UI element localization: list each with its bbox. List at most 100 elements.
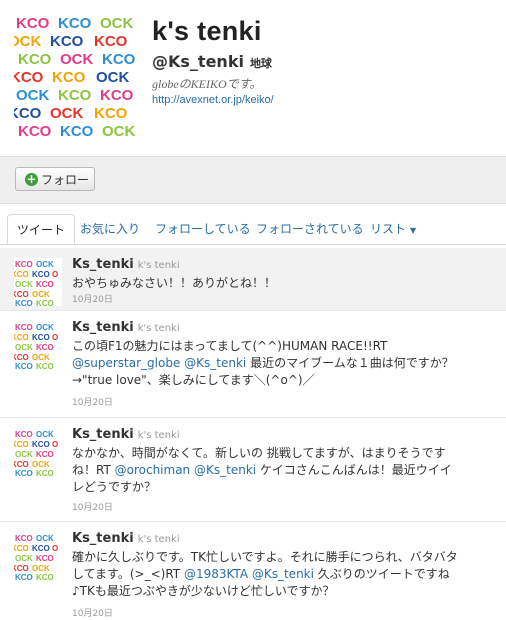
tweet-item[interactable]: KCOOCK KCOKCOO OCKKCO KCOOCK KCOKCO Ks_t…: [0, 418, 506, 522]
svg-text:OCK: OCK: [36, 534, 54, 543]
action-bar: + フォロー: [0, 156, 506, 204]
profile-avatar[interactable]: KCO KCO OCK OCK KCO KCO KCO OCK KCO KCO …: [14, 12, 142, 140]
svg-text:KCO: KCO: [14, 460, 29, 469]
tab-favorites[interactable]: お気に入り: [80, 214, 140, 244]
tab-followers[interactable]: フォローされている: [256, 214, 364, 244]
mention-link[interactable]: @Ks_tenki: [252, 567, 314, 581]
svg-text:KCO: KCO: [60, 123, 94, 140]
svg-text:KCO: KCO: [102, 51, 136, 68]
mention-link[interactable]: @Ks_tenki: [184, 356, 246, 370]
svg-text:KCO: KCO: [36, 450, 54, 459]
svg-text:KCO: KCO: [15, 362, 33, 369]
svg-text:KCO: KCO: [15, 469, 33, 476]
mention-link[interactable]: @1983KTA: [184, 567, 248, 581]
svg-text:KCO: KCO: [36, 573, 54, 580]
tweet-screen-name[interactable]: Ks_tenki: [72, 531, 134, 546]
svg-text:KCO: KCO: [36, 469, 54, 476]
svg-text:OCK: OCK: [102, 123, 136, 140]
tweet-header: Ks_tenki k's tenki: [72, 531, 180, 546]
svg-text:KCO: KCO: [18, 123, 52, 140]
svg-text:OCK: OCK: [100, 15, 134, 32]
tweet-text-part: この頃F1の魅力にはまってまして(^^)HUMAN RACE!!RT: [72, 339, 388, 353]
tab-lists[interactable]: リスト ▼: [370, 214, 416, 244]
tweet-screen-name[interactable]: Ks_tenki: [72, 427, 134, 442]
svg-text:KCO: KCO: [15, 260, 33, 269]
tweet-text: なかなか、時間がなくて。新しいの 挑戦してますが、はまりそうです ね！RT @o…: [72, 445, 496, 496]
follow-button[interactable]: + フォロー: [15, 167, 95, 191]
tweet-header: Ks_tenki k's tenki: [72, 320, 180, 335]
tweet-text-part: 最近のマイブームな１曲は何ですか？: [250, 356, 454, 370]
tweet-avatar[interactable]: KCOOCK KCOKCOO OCKKCO KCOOCK KCOKCO: [14, 532, 62, 580]
svg-text:KCO: KCO: [36, 280, 54, 289]
svg-text:KCO: KCO: [14, 270, 29, 279]
tweet-text-part: なかなか、時間がなくて。新しいの 挑戦してますが、はまりそうです: [72, 446, 446, 460]
tweet-item[interactable]: KCOOCK KCOKCOO OCKKCO KCOOCK KCOKCO Ks_t…: [0, 248, 506, 311]
svg-text:KCO: KCO: [32, 270, 50, 279]
tab-favorites-label: お気に入り: [80, 222, 141, 236]
tweet-avatar[interactable]: KCOOCK KCOKCOO OCKKCO KCOOCK KCOKCO: [14, 258, 62, 306]
svg-text:OCK: OCK: [15, 554, 33, 563]
svg-text:OCK: OCK: [15, 280, 33, 289]
tweet-timestamp[interactable]: 10月20日: [72, 606, 113, 619]
tab-following-label: フォローしている: [155, 222, 251, 236]
profile-handle: @Ks_tenki: [152, 52, 244, 71]
svg-text:KCO: KCO: [32, 333, 50, 342]
tweet-text: おやちゅみなさい！！ありがとね！！: [72, 276, 277, 290]
profile-tabs: ツイート お気に入り フォローしている フォローされている リスト ▼: [0, 214, 506, 245]
svg-text:KCO: KCO: [94, 105, 128, 122]
tweet-text: この頃F1の魅力にはまってまして(^^)HUMAN RACE!!RT @supe…: [72, 338, 496, 389]
tweet-avatar[interactable]: KCOOCK KCOKCOO OCKKCO KCOOCK KCOKCO: [14, 428, 62, 476]
svg-text:OCK: OCK: [32, 564, 50, 573]
tweet-full-name: k's tenki: [137, 323, 180, 334]
tweet-header: Ks_tenki k's tenki: [72, 257, 180, 272]
tab-tweets[interactable]: ツイート: [7, 214, 76, 244]
tweet-screen-name[interactable]: Ks_tenki: [72, 320, 134, 335]
tweet-text: 確かに久しぶりです。TK忙しいですよ。それに勝手につられ、バタバタ してます。(…: [72, 549, 496, 600]
svg-text:KCO: KCO: [36, 343, 54, 352]
chevron-down-icon: ▼: [410, 226, 417, 235]
svg-text:OCK: OCK: [36, 260, 54, 269]
tweet-full-name: k's tenki: [137, 534, 180, 545]
tweet-screen-name[interactable]: Ks_tenki: [72, 257, 134, 272]
svg-text:KCO: KCO: [14, 69, 44, 86]
svg-text:OCK: OCK: [96, 69, 130, 86]
svg-text:KCO: KCO: [32, 440, 50, 449]
tweet-item[interactable]: KCOOCK KCOKCOO OCKKCO KCOOCK KCOKCO Ks_t…: [0, 311, 506, 418]
svg-text:OCK: OCK: [16, 87, 50, 104]
profile-url-link[interactable]: http://avexnet.or.jp/keiko/: [152, 94, 274, 106]
svg-text:KCO: KCO: [14, 333, 29, 342]
mention-link[interactable]: @superstar_globe: [72, 356, 180, 370]
mention-link[interactable]: @Ks_tenki: [194, 463, 256, 477]
mention-link[interactable]: @orochiman: [115, 463, 191, 477]
svg-text:KCO: KCO: [50, 33, 84, 50]
tab-following[interactable]: フォローしている: [155, 214, 251, 244]
svg-text:OCK: OCK: [32, 353, 50, 362]
tweet-text-part: ね！RT: [72, 463, 111, 477]
svg-text:O: O: [52, 544, 58, 553]
svg-text:KCO: KCO: [14, 353, 29, 362]
tweet-header: Ks_tenki k's tenki: [72, 427, 180, 442]
tweet-timestamp[interactable]: 10月20日: [72, 395, 113, 408]
tweet-text-part: レどうですか？: [72, 480, 157, 494]
tweet-text-part: 久ぶりのツイートですね: [317, 567, 450, 581]
svg-text:OCK: OCK: [60, 51, 94, 68]
tweet-timestamp[interactable]: 10月20日: [72, 500, 113, 513]
tweet-text-part: ♪TKも最近つぶやきが少ないけど忙しいですか？: [72, 584, 335, 598]
svg-text:KCO: KCO: [36, 299, 54, 306]
tab-lists-label: リスト: [370, 222, 407, 236]
profile-header: KCO KCO OCK OCK KCO KCO KCO OCK KCO KCO …: [0, 0, 506, 150]
tweet-item[interactable]: KCOOCK KCOKCOO OCKKCO KCOOCK KCOKCO Ks_t…: [0, 522, 506, 620]
tweet-text-part: してます。(>_<)RT: [72, 567, 181, 581]
svg-text:OCK: OCK: [15, 450, 33, 459]
svg-text:KCO: KCO: [15, 323, 33, 332]
svg-text:O: O: [52, 333, 58, 342]
svg-text:KCO: KCO: [52, 69, 86, 86]
tweet-avatar[interactable]: KCOOCK KCOKCOO OCKKCO KCOOCK KCOKCO: [14, 321, 62, 369]
svg-text:OCK: OCK: [32, 290, 50, 299]
svg-text:OCK: OCK: [50, 105, 84, 122]
svg-text:KCO: KCO: [14, 544, 29, 553]
tweet-timestamp[interactable]: 10月20日: [72, 292, 113, 305]
svg-text:O: O: [52, 270, 58, 279]
svg-text:OCK: OCK: [36, 323, 54, 332]
svg-text:KCO: KCO: [58, 87, 92, 104]
